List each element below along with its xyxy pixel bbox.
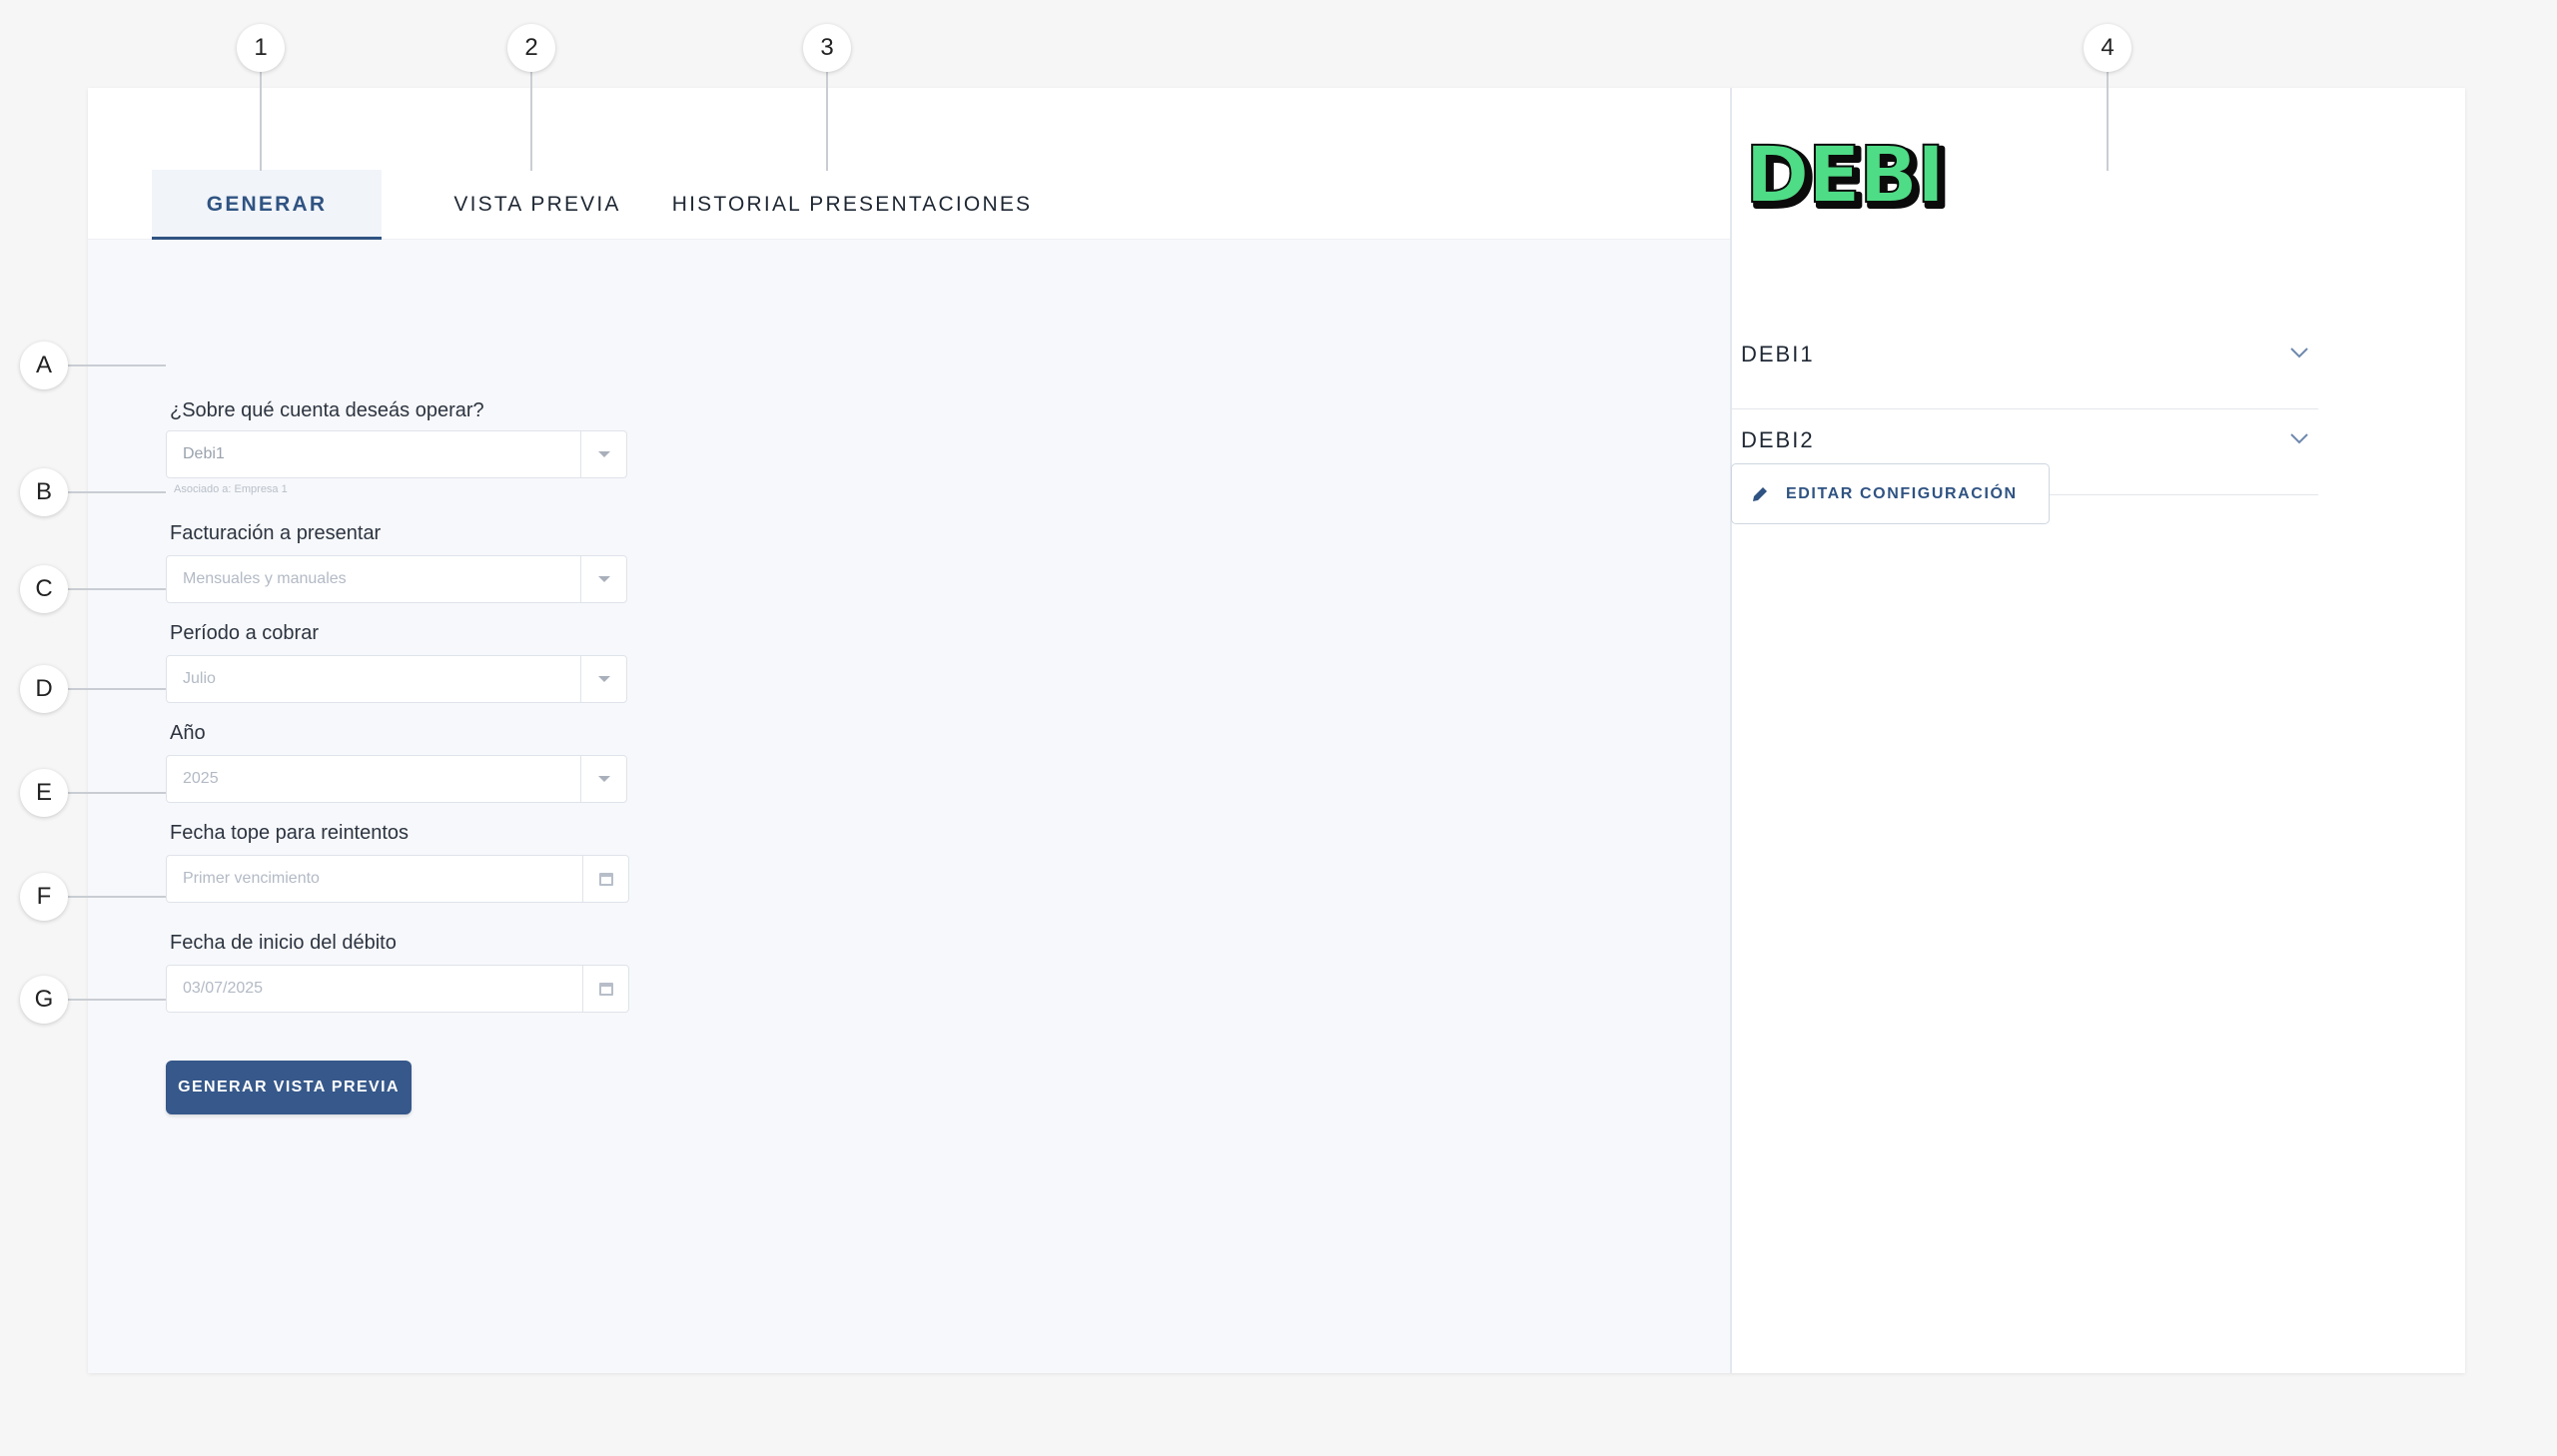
period-select-value: Julio — [183, 670, 216, 687]
callout-line — [260, 71, 262, 171]
tab-bar: GENERAR VISTA PREVIA HISTORIAL PRESENTAC… — [88, 88, 1730, 240]
chevron-down-icon — [2290, 433, 2308, 444]
account-accordion-label: DEBI1 — [1741, 342, 1815, 366]
callout-badge-e: E — [20, 769, 68, 817]
edit-config-button[interactable]: EDITAR CONFIGURACIÓN — [1731, 463, 2050, 524]
calendar-icon — [598, 982, 613, 996]
chevron-down-icon — [2290, 348, 2308, 359]
caret-down-icon — [597, 776, 610, 782]
period-select[interactable]: Julio — [166, 655, 627, 703]
callout-line — [2107, 71, 2109, 171]
caret-down-icon — [597, 676, 610, 682]
retry-deadline-calendar-button[interactable] — [582, 856, 628, 902]
calendar-icon — [598, 872, 613, 886]
billing-select-value: Mensuales y manuales — [183, 570, 347, 587]
callout-badge-b: B — [20, 468, 68, 516]
billing-select[interactable]: Mensuales y manuales — [166, 555, 627, 603]
period-select-toggle[interactable] — [580, 656, 626, 702]
callout-badge-4: 4 — [2084, 24, 2131, 72]
debit-start-calendar-button[interactable] — [582, 966, 628, 1012]
pencil-icon — [1753, 486, 1767, 501]
generator-panel: GENERAR VISTA PREVIA HISTORIAL PRESENTAC… — [88, 88, 1732, 1373]
callout-badge-a: A — [20, 342, 68, 389]
callout-badge-f: F — [20, 873, 68, 921]
debi-logo: DEBI DEBI — [1744, 136, 1953, 216]
debit-start-input[interactable]: 03/07/2025 — [166, 965, 629, 1013]
callout-badge-3: 3 — [803, 24, 851, 72]
period-label: Período a cobrar — [170, 622, 319, 644]
tab-generar[interactable]: GENERAR — [152, 170, 382, 240]
generate-preview-button[interactable]: GENERAR VISTA PREVIA — [166, 1061, 412, 1114]
callout-line — [66, 896, 166, 898]
debit-start-value: 03/07/2025 — [183, 980, 264, 997]
main-card: GENERAR VISTA PREVIA HISTORIAL PRESENTAC… — [88, 88, 2465, 1373]
form-area: ¿Sobre qué cuenta deseás operar? Debi1 A… — [88, 240, 1730, 1373]
callout-line — [66, 688, 166, 690]
account-label: ¿Sobre qué cuenta deseás operar? — [170, 399, 484, 421]
callout-badge-c: C — [20, 565, 68, 613]
svg-text:DEBI: DEBI — [1745, 136, 1944, 216]
callout-line — [66, 364, 166, 366]
year-select-value: 2025 — [183, 770, 219, 787]
account-select[interactable]: Debi1 — [166, 430, 627, 478]
caret-down-icon — [597, 576, 610, 582]
year-select[interactable]: 2025 — [166, 755, 627, 803]
callout-line — [66, 588, 166, 590]
year-select-toggle[interactable] — [580, 756, 626, 802]
account-select-value: Debi1 — [183, 445, 225, 462]
callout-line — [530, 71, 532, 171]
callout-line — [66, 999, 166, 1001]
callout-badge-d: D — [20, 665, 68, 713]
caret-down-icon — [597, 451, 610, 457]
edit-config-label: EDITAR CONFIGURACIÓN — [1786, 484, 2018, 502]
account-accordion-label: DEBI2 — [1741, 427, 1815, 452]
callout-line — [66, 491, 166, 493]
account-hint: Asociado a: Empresa 1 — [174, 483, 288, 495]
account-accordion-debi1[interactable]: DEBI1 — [1731, 324, 2318, 409]
callout-badge-1: 1 — [237, 24, 285, 72]
debit-start-label: Fecha de inicio del débito — [170, 932, 397, 954]
callout-badge-g: G — [20, 976, 68, 1024]
year-label: Año — [170, 722, 206, 744]
callout-line — [66, 792, 166, 794]
billing-label: Facturación a presentar — [170, 522, 382, 544]
account-select-toggle[interactable] — [580, 431, 626, 477]
retry-deadline-placeholder: Primer vencimiento — [183, 870, 320, 887]
retry-deadline-input[interactable]: Primer vencimiento — [166, 855, 629, 903]
billing-select-toggle[interactable] — [580, 556, 626, 602]
tab-historial-presentaciones[interactable]: HISTORIAL PRESENTACIONES — [667, 170, 1037, 240]
tab-vista-previa[interactable]: VISTA PREVIA — [437, 170, 637, 240]
callout-badge-2: 2 — [507, 24, 555, 72]
retry-deadline-label: Fecha tope para reintentos — [170, 822, 410, 844]
callout-line — [826, 71, 828, 171]
